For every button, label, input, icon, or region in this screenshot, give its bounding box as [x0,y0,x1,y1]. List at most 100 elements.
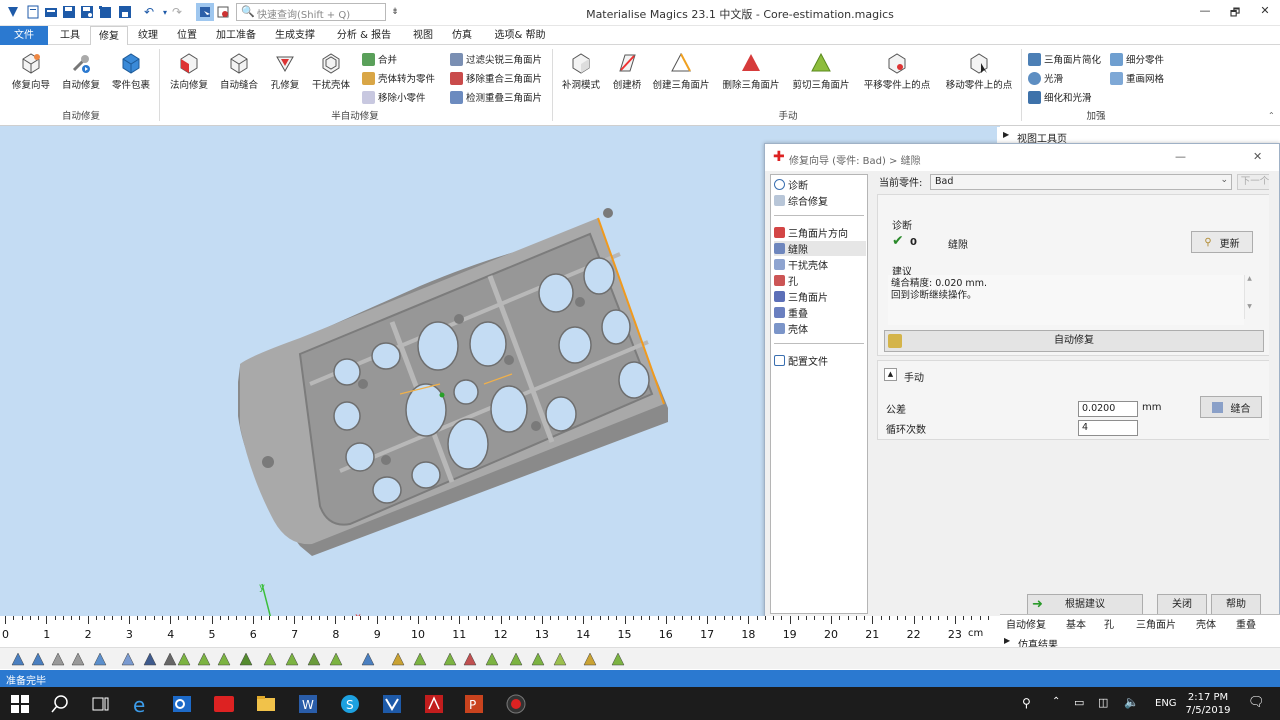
current-part-select[interactable]: Bad ⌄ [930,174,1232,190]
tab-shells[interactable]: 壳体 [1196,616,1216,631]
select-all-icon[interactable] [552,651,568,667]
select-shell-icon[interactable] [238,651,254,667]
iterations-input[interactable]: 4 [1078,420,1138,436]
save-copy-icon[interactable] [116,3,134,21]
select-plane-icon[interactable] [196,651,212,667]
dialog-minimize-button[interactable]: — [1175,150,1186,163]
tab-repair[interactable]: 修复 [90,26,128,46]
windows-start-icon[interactable] [8,692,32,716]
magics-icon[interactable] [380,692,404,716]
move-point-button[interactable]: 移动零件上的点 [946,49,1012,101]
select-surface-icon[interactable] [216,651,232,667]
merge-button[interactable]: 合并 [362,51,397,67]
highlight-icon[interactable] [610,651,626,667]
measure-icon[interactable] [360,651,376,667]
tab-simulation[interactable]: 仿真 [444,26,480,45]
select-region-icon[interactable] [328,651,344,667]
word-icon[interactable]: W [296,692,320,716]
tolerance-input[interactable]: 0.0200 [1078,401,1138,417]
input-language-indicator[interactable]: ENG [1155,698,1177,709]
follow-advice-button[interactable]: ➜ 根据建议 [1027,594,1143,616]
tray-expand-icon[interactable]: ⌃ [1052,696,1060,707]
skype-icon[interactable]: S [338,692,362,716]
customize-toolbar-icon[interactable]: ⇟ [386,3,404,21]
smooth-button[interactable]: 光滑 [1028,70,1063,86]
nav-item-triangle-orientation[interactable]: 三角面片方向 [774,225,848,240]
acrobat-icon[interactable] [422,692,446,716]
auto-stitch-button[interactable]: 自动缝合 [214,49,264,101]
open-file-icon[interactable] [42,3,60,21]
select-part-icon[interactable] [196,3,214,21]
part-wrap-button[interactable]: 零件包裹 [106,49,156,101]
next-button[interactable]: 下一个 [1237,174,1273,190]
nav-item-triangles[interactable]: 三角面片 [774,289,828,304]
collapse-ribbon-icon[interactable]: ⌃ [1268,111,1275,120]
nav-item-holes[interactable]: 孔 [774,273,798,288]
hole-repair-button[interactable]: 孔修复 [260,49,310,101]
subdivide-part-button[interactable]: 细分零件 [1110,51,1164,67]
volume-icon[interactable]: 🔈 [1124,695,1139,709]
tab-position[interactable]: 位置 [168,26,206,45]
cut-triangles-button[interactable]: 剪切三角面片 [792,49,850,101]
expand-icon[interactable] [484,651,500,667]
minimize-button[interactable]: — [1192,4,1218,20]
collapse-toggle-icon[interactable]: ▲ [884,368,897,381]
create-triangles-button[interactable]: 创建三角面片 [652,49,710,101]
interfering-shells-button[interactable]: 干扰壳体 [306,49,356,101]
repair-wizard-button[interactable]: 修复向导 [6,49,56,101]
tab-analysis-report[interactable]: 分析 & 报告 [328,26,400,45]
tab-holes[interactable]: 孔 [1104,616,1114,631]
network-icon[interactable]: ◫ [1098,696,1108,709]
view-box-icon[interactable] [120,651,136,667]
select-box-icon[interactable] [262,651,278,667]
nav-item-overlap[interactable]: 重叠 [774,305,808,320]
auto-repair-button[interactable]: 自动修复 [884,330,1264,352]
select-knot-icon[interactable] [284,651,300,667]
help-button[interactable]: 帮助 [1211,594,1261,616]
shrink-icon[interactable] [530,651,546,667]
redo-icon[interactable]: ↷ [168,3,186,21]
tab-tools[interactable]: 工具 [52,26,88,45]
rotate-icon[interactable] [92,651,108,667]
outlook-icon[interactable] [170,692,194,716]
zoom-window-icon[interactable] [30,651,46,667]
quick-search-input[interactable]: 🔍 快速查询(Shift + Q) [236,3,386,21]
tab-generate-support[interactable]: 生成支撑 [266,26,324,45]
nav-item-profile[interactable]: 配置文件 [774,353,828,368]
nav-item-gaps[interactable]: 缝隙 [774,241,866,256]
close-window-button[interactable]: ✕ [1252,4,1278,20]
people-icon[interactable]: ⚲ [1022,696,1031,710]
system-clock[interactable]: 2:17 PM 7/5/2019 [1183,691,1233,717]
tab-options-help[interactable]: 选项& 帮助 [486,26,554,45]
delete-triangles-button[interactable]: 删除三角面片 [722,49,780,101]
recorder-icon[interactable] [504,692,528,716]
select-triangle-icon[interactable] [176,651,192,667]
filter-sharp-triangles-button[interactable]: 过滤尖锐三角面片 [450,51,542,67]
task-view-icon[interactable] [88,692,112,716]
tab-view[interactable]: 视图 [404,26,442,45]
auto-repair-ribbon-button[interactable]: 自动修复 [56,49,106,101]
normal-repair-button[interactable]: 法向修复 [164,49,214,101]
tab-basic[interactable]: 基本 [1066,616,1086,631]
stitch-button[interactable]: 缝合 [1200,396,1262,418]
tab-build-prep[interactable]: 加工准备 [208,26,264,45]
nav-item-diagnose[interactable]: 诊断 [774,177,808,192]
triangle-reduction-button[interactable]: 三角面片简化 [1028,51,1101,67]
refine-smooth-button[interactable]: 细化和光滑 [1028,89,1092,105]
app-red-icon[interactable] [212,692,236,716]
suggestion-scrollbar[interactable]: ▲ ▼ [1244,275,1254,319]
select-lasso-icon[interactable] [306,651,322,667]
restore-button[interactable]: 🗗 [1222,4,1248,20]
tab-texture[interactable]: 纹理 [130,26,166,45]
save-icon[interactable] [60,3,78,21]
view-solid-icon[interactable] [142,651,158,667]
nav-item-interfering-shells[interactable]: 干扰壳体 [774,257,828,272]
part-bad[interactable] [238,208,668,556]
notifications-icon[interactable]: 🗨 [1248,695,1265,710]
tab-file[interactable]: 文件 [0,26,48,45]
zoom-all-icon[interactable] [70,651,86,667]
tab-auto-repair[interactable]: 自动修复 [1006,616,1046,631]
zoom-icon[interactable] [10,651,26,667]
mark-icon[interactable] [412,651,428,667]
hole-fill-mode-button[interactable]: 补洞模式 [556,49,606,101]
